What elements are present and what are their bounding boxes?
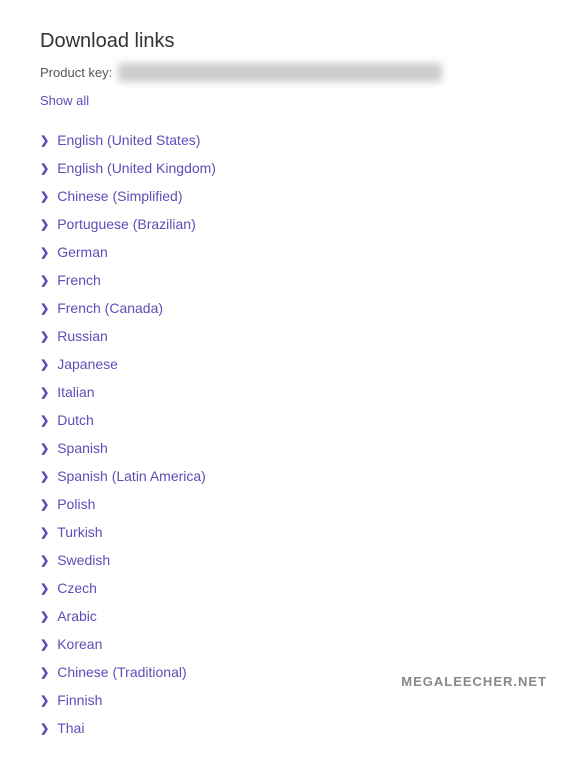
language-item[interactable]: ❯ English (United Kingdom) <box>40 154 527 182</box>
language-item[interactable]: ❯ Portuguese (Brazilian) <box>40 210 527 238</box>
chevron-icon: ❯ <box>40 274 49 287</box>
chevron-icon: ❯ <box>40 302 49 315</box>
chevron-icon: ❯ <box>40 358 49 371</box>
language-item[interactable]: ❯ Korean <box>40 630 527 658</box>
chevron-icon: ❯ <box>40 134 49 147</box>
chevron-icon: ❯ <box>40 442 49 455</box>
language-label: Chinese (Simplified) <box>57 188 182 204</box>
language-item[interactable]: ❯ Swedish <box>40 546 527 574</box>
language-label: Finnish <box>57 692 102 708</box>
language-label: Swedish <box>57 552 110 568</box>
language-label: Dutch <box>57 412 94 428</box>
language-item[interactable]: ❯ English (United States) <box>40 126 527 154</box>
language-item[interactable]: ❯ Dutch <box>40 406 527 434</box>
chevron-icon: ❯ <box>40 190 49 203</box>
chevron-icon: ❯ <box>40 666 49 679</box>
product-key-value: NXXXXX XXXXX XXXXX XXXXX XXXXXR <box>118 63 442 82</box>
language-label: Czech <box>57 580 97 596</box>
chevron-icon: ❯ <box>40 218 49 231</box>
chevron-icon: ❯ <box>40 162 49 175</box>
language-item[interactable]: ❯ Russian <box>40 322 527 350</box>
language-label: Italian <box>57 384 94 400</box>
language-label: French (Canada) <box>57 300 163 316</box>
language-item[interactable]: ❯ Spanish <box>40 434 527 462</box>
language-item[interactable]: ❯ German <box>40 238 527 266</box>
language-item[interactable]: ❯ Thai <box>40 714 527 742</box>
language-item[interactable]: ❯ Chinese (Simplified) <box>40 182 527 210</box>
language-label: English (United States) <box>57 132 200 148</box>
language-label: Turkish <box>57 524 102 540</box>
product-key-label: Product key: <box>40 65 112 80</box>
chevron-icon: ❯ <box>40 610 49 623</box>
chevron-icon: ❯ <box>40 330 49 343</box>
language-label: Spanish (Latin America) <box>57 468 206 484</box>
language-label: Thai <box>57 720 84 736</box>
language-label: Spanish <box>57 440 108 456</box>
language-label: Polish <box>57 496 95 512</box>
chevron-icon: ❯ <box>40 414 49 427</box>
language-item[interactable]: ❯ Polish <box>40 490 527 518</box>
chevron-icon: ❯ <box>40 582 49 595</box>
language-label: Russian <box>57 328 108 344</box>
chevron-icon: ❯ <box>40 694 49 707</box>
language-label: Korean <box>57 636 102 652</box>
chevron-icon: ❯ <box>40 554 49 567</box>
chevron-icon: ❯ <box>40 526 49 539</box>
language-item[interactable]: ❯ Italian <box>40 378 527 406</box>
language-item[interactable]: ❯ Finnish <box>40 686 527 714</box>
watermark: MEGALEECHER.NET <box>401 674 547 689</box>
chevron-icon: ❯ <box>40 638 49 651</box>
show-all-link[interactable]: Show all <box>40 93 89 108</box>
language-label: Portuguese (Brazilian) <box>57 216 196 232</box>
chevron-icon: ❯ <box>40 470 49 483</box>
language-label: Chinese (Traditional) <box>57 664 186 680</box>
language-label: French <box>57 272 101 288</box>
language-item[interactable]: ❯ Spanish (Latin America) <box>40 462 527 490</box>
language-item[interactable]: ❯ Japanese <box>40 350 527 378</box>
language-label: English (United Kingdom) <box>57 160 216 176</box>
chevron-icon: ❯ <box>40 498 49 511</box>
language-item[interactable]: ❯ French <box>40 266 527 294</box>
chevron-icon: ❯ <box>40 246 49 259</box>
language-item[interactable]: ❯ Turkish <box>40 518 527 546</box>
language-list: ❯ English (United States) ❯ English (United… <box>40 126 527 742</box>
product-key-row: Product key: NXXXXX XXXXX XXXXX XXXXX XX… <box>40 63 527 82</box>
page-title: Download links <box>40 30 527 53</box>
chevron-icon: ❯ <box>40 722 49 735</box>
language-item[interactable]: ❯ French (Canada) <box>40 294 527 322</box>
language-item[interactable]: ❯ Arabic <box>40 602 527 630</box>
chevron-icon: ❯ <box>40 386 49 399</box>
language-label: Arabic <box>57 608 97 624</box>
language-label: Japanese <box>57 356 118 372</box>
language-item[interactable]: ❯ Czech <box>40 574 527 602</box>
language-label: German <box>57 244 108 260</box>
